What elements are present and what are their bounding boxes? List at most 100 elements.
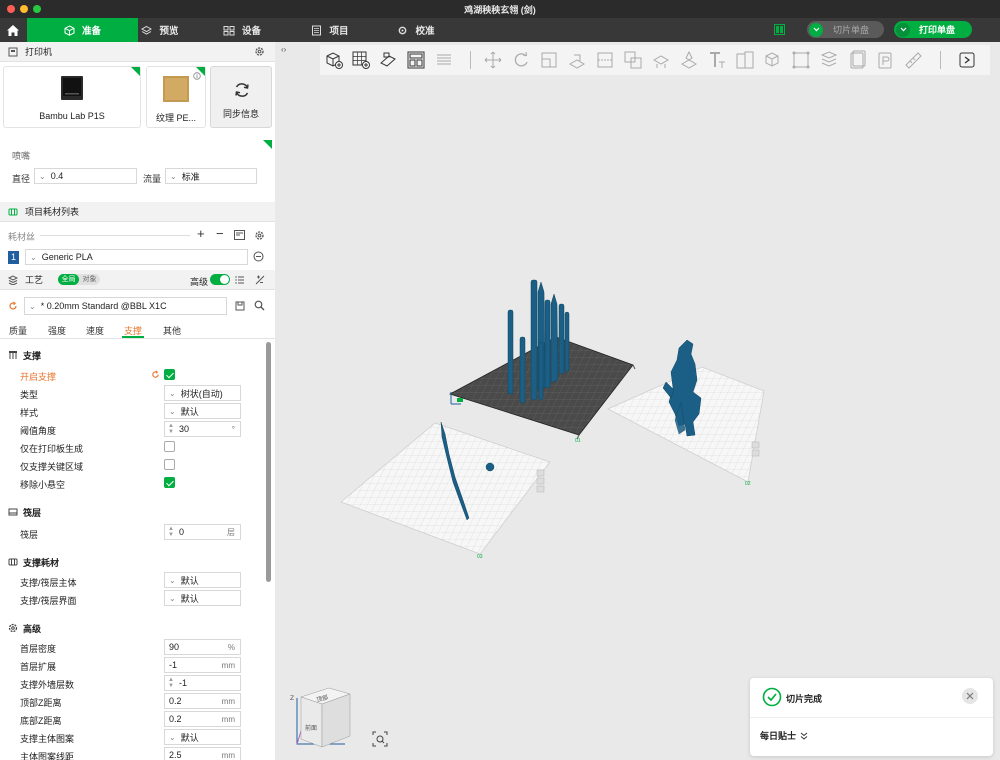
nozzle-diameter-select[interactable]: ⌄ 0.4	[34, 168, 137, 184]
enable-support-reset-icon[interactable]	[151, 370, 160, 381]
first-layer-density-input[interactable]: 90 %	[164, 639, 241, 655]
layers-icon	[141, 25, 153, 35]
filament-remove-icon[interactable]	[253, 251, 264, 264]
document-icon	[312, 25, 322, 35]
tab-device-label: 设备	[241, 26, 261, 37]
sync-indicator-icon[interactable]	[774, 24, 785, 35]
toast-close-button[interactable]	[962, 688, 978, 704]
slice-dropdown-toggle[interactable]	[809, 22, 823, 37]
search-icon[interactable]	[254, 300, 265, 313]
title-bar: 鸡湖秧秧玄翎 (剑)	[0, 0, 1000, 18]
advanced-group-title: 高级	[8, 622, 41, 635]
threshold-angle-label: 阈值角度	[20, 426, 57, 436]
success-check-icon	[762, 687, 782, 709]
close-icon	[966, 692, 974, 700]
base-pattern-value: 默认	[180, 732, 199, 743]
bottom-z-distance-value: 0.2	[169, 714, 182, 724]
raft-layers-input[interactable]: ▲ ▼ 0 层	[164, 524, 241, 540]
print-dropdown-toggle[interactable]	[896, 22, 910, 37]
add-filament-button[interactable]: +	[197, 226, 205, 241]
stepper-icon[interactable]: ▲ ▼	[168, 677, 174, 689]
filament-sync-icon[interactable]	[234, 230, 245, 242]
slice-plate-button[interactable]: 切片单盘	[807, 21, 884, 38]
home-button[interactable]	[0, 18, 26, 42]
advanced-toggle[interactable]	[210, 274, 230, 285]
tab-prepare-label: 准备	[81, 26, 101, 37]
buildplate-only-checkbox[interactable]	[164, 441, 175, 452]
top-z-distance-input[interactable]: 0.2 mm	[164, 693, 241, 709]
tab-preview[interactable]: 预览	[138, 18, 182, 42]
tab-project[interactable]: 项目	[308, 18, 352, 42]
tab-calibration[interactable]: 校准	[396, 18, 436, 42]
pattern-spacing-value: 2.5	[169, 750, 182, 760]
flow-select[interactable]: ⌄ 标准	[165, 168, 257, 184]
list-icon[interactable]	[235, 275, 245, 287]
bottom-z-distance-input[interactable]: 0.2 mm	[164, 711, 241, 727]
plate-card[interactable]: 纹理 PE...	[146, 66, 206, 128]
plate-3-label: 03	[477, 554, 483, 560]
print-plate-label: 打印单盘	[919, 25, 956, 35]
3d-viewport[interactable]: ‹› 01 02 03 顶部 前面 Z	[275, 42, 1000, 760]
pattern-spacing-input[interactable]: 2.5 mm	[164, 747, 241, 760]
toggle-global[interactable]: 全局	[58, 274, 79, 285]
process-preset-value: * 0.20mm Standard @BBL X1C	[40, 301, 167, 311]
remove-filament-button[interactable]: −	[216, 226, 224, 241]
chevron-down-icon: ⌄	[169, 388, 176, 398]
build-plates-scene: 01 02 03 顶部 前面 Z	[290, 279, 765, 748]
global-object-toggle[interactable]: 全局 对象	[58, 274, 100, 285]
nozzle-diameter-value: 0.4	[50, 171, 64, 181]
chevron-down-icon: ⌄	[169, 593, 176, 603]
tab-preview-label: 预览	[159, 26, 179, 37]
first-layer-expansion-input[interactable]: -1 mm	[164, 657, 241, 673]
daily-tips-link[interactable]: 每日贴士	[760, 729, 808, 742]
chevron-down-icon: ⌄	[170, 171, 177, 181]
toggle-object[interactable]: 对象	[79, 274, 100, 285]
support-type-select[interactable]: ⌄ 树状(自动)	[164, 385, 241, 401]
filament-divider	[40, 235, 190, 236]
subtab-speed[interactable]: 速度	[86, 324, 104, 337]
plate-name: 纹理 PE...	[155, 113, 196, 123]
remove-small-overhang-checkbox[interactable]	[164, 477, 175, 488]
chevron-down-icon: ⌄	[39, 171, 46, 181]
support-base-filament-value: 默认	[180, 575, 199, 586]
bottom-z-distance-unit: mm	[221, 714, 235, 724]
first-layer-expansion-label: 首层扩展	[20, 662, 57, 672]
compare-icon[interactable]	[255, 275, 265, 287]
zoom-to-fit-icon[interactable]	[372, 731, 388, 749]
tab-prepare[interactable]: 准备	[27, 18, 138, 42]
stepper-icon[interactable]: ▲ ▼	[168, 526, 174, 538]
subtab-strength[interactable]: 强度	[48, 324, 66, 337]
first-layer-density-label: 首层密度	[20, 644, 57, 654]
enable-support-checkbox[interactable]	[164, 369, 175, 380]
threshold-angle-input[interactable]: ▲ ▼ 30 °	[164, 421, 241, 437]
support-wall-loops-input[interactable]: ▲ ▼ -1	[164, 675, 241, 691]
printer-settings-gear-icon[interactable]	[254, 46, 265, 59]
stepper-icon[interactable]: ▲ ▼	[168, 423, 174, 435]
buildplate-only-label: 仅在打印板生成	[20, 444, 84, 454]
remove-small-overhang-label: 移除小悬空	[20, 480, 66, 490]
settings-scrollbar[interactable]	[266, 342, 271, 582]
info-icon[interactable]	[193, 72, 201, 80]
raft-group-title: 筏层	[8, 506, 41, 519]
view-orientation-cube[interactable]: 顶部 前面 Z	[290, 687, 351, 748]
subtab-quality[interactable]: 质量	[9, 324, 27, 337]
filament-settings-gear-icon[interactable]	[254, 230, 265, 243]
raft-layers-label: 筏层	[20, 530, 39, 540]
print-plate-button[interactable]: 打印单盘	[894, 21, 972, 38]
support-base-filament-select[interactable]: ⌄ 默认	[164, 572, 241, 588]
printer-card[interactable]: Bambu Lab P1S	[3, 66, 141, 128]
sync-info-button[interactable]: 同步信息	[210, 66, 272, 128]
base-pattern-select[interactable]: ⌄ 默认	[164, 729, 241, 745]
subtab-others[interactable]: 其他	[163, 324, 181, 337]
process-preset-select[interactable]: ⌄ * 0.20mm Standard @BBL X1C	[24, 297, 227, 315]
support-style-select[interactable]: ⌄ 默认	[164, 403, 241, 419]
support-interface-filament-select[interactable]: ⌄ 默认	[164, 590, 241, 606]
save-preset-icon[interactable]	[235, 301, 245, 313]
top-nav: 准备 预览 设备 项目 校准 切片单盘 打印单盘	[0, 18, 1000, 42]
filament-sub-label: 耗材丝	[8, 232, 36, 242]
support-style-label: 样式	[20, 408, 39, 418]
tab-device[interactable]: 设备	[220, 18, 264, 42]
reset-preset-icon[interactable]	[8, 301, 18, 313]
filament-select[interactable]: ⌄ Generic PLA	[25, 249, 248, 265]
critical-only-checkbox[interactable]	[164, 459, 175, 470]
